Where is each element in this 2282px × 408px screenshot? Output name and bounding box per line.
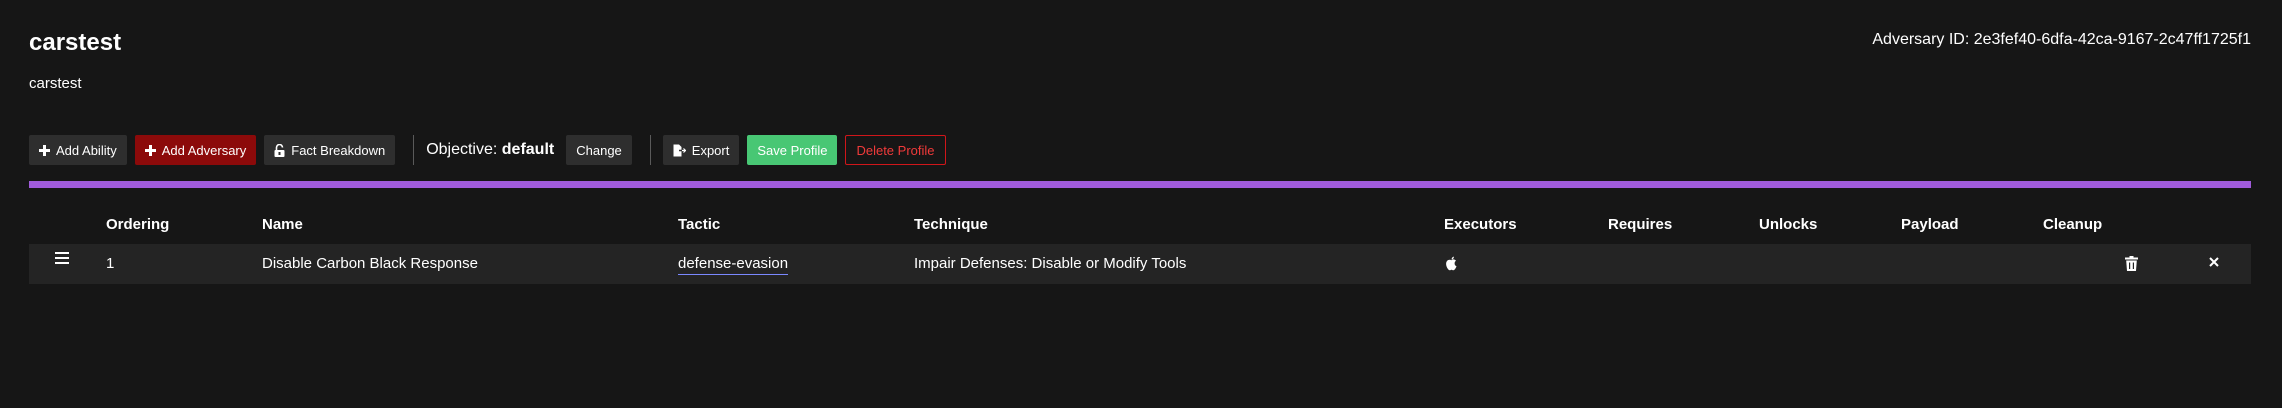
header-ordering: Ordering [106,216,170,233]
toolbar-divider [649,135,651,165]
header-tactic: Tactic [678,216,721,233]
plus-icon [39,144,50,156]
table-row[interactable]: 1 Disable Carbon Black Response defense-… [29,244,2251,284]
header-executors: Executors [1444,216,1517,233]
header-name: Name [262,216,303,233]
drag-handle-icon[interactable] [55,252,69,264]
add-adversary-label: Add Adversary [161,142,247,158]
adversary-title: carstest [29,29,122,56]
change-label: Change [576,142,622,158]
header-technique: Technique [914,216,988,233]
toolbar-divider [413,135,415,165]
delete-profile-label: Delete Profile [856,142,935,158]
adversary-id: Adversary ID: 2e3fef40-6dfa-42ca-9167-2c… [1872,31,2251,48]
export-button[interactable]: Export [662,135,740,165]
add-ability-button[interactable]: Add Ability [29,135,127,165]
save-profile-button[interactable]: Save Profile [747,135,838,165]
accent-bar [29,181,2251,188]
objective-label: Objective: [426,141,498,158]
delete-profile-button[interactable]: Delete Profile [845,135,946,165]
header-unlocks: Unlocks [1759,216,1818,233]
objective: Objective: default [426,141,554,159]
unlock-icon [274,143,285,157]
adversary-description: carstest [29,75,82,92]
row-technique: Impair Defenses: Disable or Modify Tools [914,255,1187,272]
row-tactic[interactable]: defense-evasion [678,255,789,275]
close-icon[interactable] [2209,257,2219,267]
change-objective-button[interactable]: Change [566,135,632,165]
abilities-table: Ordering Name Tactic Technique Executors… [29,210,2251,284]
export-label: Export [691,142,730,158]
header-requires: Requires [1608,216,1673,233]
plus-icon [144,144,156,156]
objective-value: default [501,141,555,158]
trash-icon[interactable] [2125,256,2138,271]
save-profile-label: Save Profile [757,142,828,158]
fact-breakdown-button[interactable]: Fact Breakdown [264,135,396,165]
table-header: Ordering Name Tactic Technique Executors… [29,210,2251,244]
fact-breakdown-label: Fact Breakdown [291,142,386,158]
header-cleanup: Cleanup [2043,216,2103,233]
file-export-icon [673,144,686,157]
row-ordering: 1 [106,255,115,272]
toolbar: Add Ability Add Adversary Fact Breakdown… [29,135,954,165]
add-adversary-button[interactable]: Add Adversary [134,135,257,165]
header-payload: Payload [1901,216,1959,233]
row-name[interactable]: Disable Carbon Black Response [262,255,478,272]
add-ability-label: Add Ability [56,142,117,158]
apple-icon [1445,256,1458,271]
